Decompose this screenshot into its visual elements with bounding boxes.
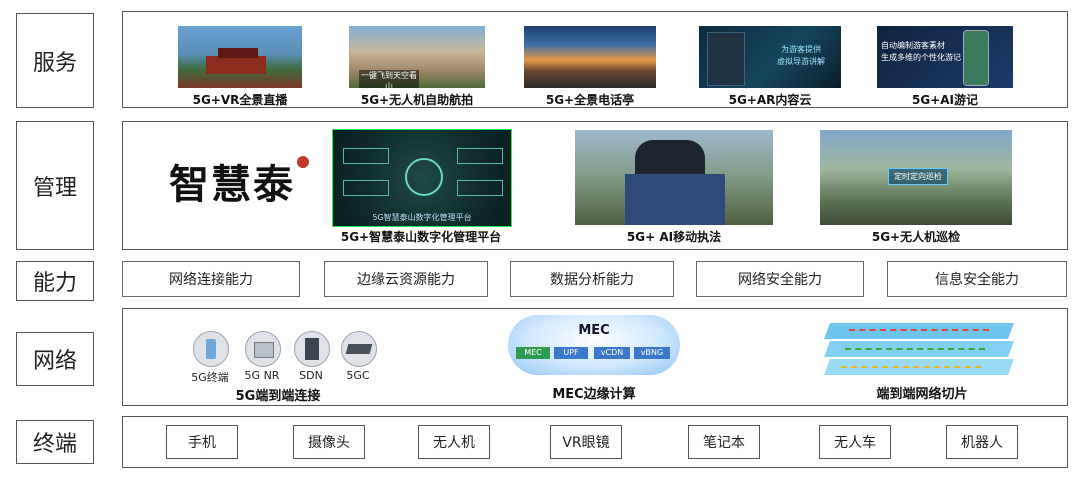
device-label-5g-nr: 5G NR bbox=[244, 369, 280, 382]
5g-terminal-icon bbox=[193, 331, 229, 367]
management-panel: 智慧泰 5G智慧泰山数字化管理平台 5G+智慧泰山数字化管理平台 5G+ AI移… bbox=[122, 121, 1068, 250]
terminal-drone: 无人机 bbox=[418, 425, 490, 459]
mec-module-vbng: vBNG bbox=[634, 347, 670, 359]
service-caption-drone-photo: 5G+无人机自助航拍 bbox=[360, 93, 474, 107]
capability-edge-cloud: 边缘云资源能力 bbox=[324, 261, 488, 297]
service-image-drone-photo: 一键飞到天空看山 bbox=[349, 26, 485, 88]
platform-overlay: 5G智慧泰山数字化管理平台 bbox=[372, 213, 472, 222]
mec-cloud-icon: MEC MEC UPF vCDN vBNG bbox=[508, 315, 680, 375]
service-caption-ai-travel: 5G+AI游记 bbox=[911, 93, 978, 107]
layer-label-management: 管理 bbox=[16, 121, 94, 250]
capability-network-security: 网络安全能力 bbox=[696, 261, 864, 297]
terminal-driverless-car: 无人车 bbox=[819, 425, 891, 459]
ai-travel-overlay-line-2: 生成多维的个性化游记 bbox=[881, 53, 961, 62]
5g-nr-icon bbox=[245, 331, 281, 367]
service-caption-ar-cloud: 5G+AR内容云 bbox=[728, 93, 812, 107]
service-image-ar-cloud: 为游客提供 虚拟导游讲解 bbox=[699, 26, 841, 88]
network-caption-slicing: 端到端网络切片 bbox=[876, 387, 968, 402]
management-image-platform: 5G智慧泰山数字化管理平台 bbox=[332, 129, 512, 227]
sdn-icon bbox=[294, 331, 330, 367]
smart-taishan-logo: 智慧泰 bbox=[169, 152, 309, 214]
layer-label-terminal: 终端 bbox=[16, 420, 94, 464]
mec-module-vcdn: vCDN bbox=[594, 347, 630, 359]
network-caption-5g-connect: 5G端到端连接 bbox=[235, 389, 321, 404]
mec-module-mec: MEC bbox=[516, 347, 550, 359]
ar-cloud-overlay-line-1: 为游客提供 bbox=[781, 45, 821, 54]
management-caption-drone-inspection: 5G+无人机巡检 bbox=[871, 230, 961, 244]
mec-cloud-title: MEC bbox=[578, 323, 610, 338]
ar-cloud-overlay-line-2: 虚拟导游讲解 bbox=[777, 57, 825, 66]
drone-inspection-overlay: 定时定向巡检 bbox=[888, 168, 948, 185]
service-caption-panorama-booth: 5G+全景电话亭 bbox=[545, 93, 635, 107]
layer-label-service: 服务 bbox=[16, 13, 94, 108]
management-image-ai-enforcement bbox=[575, 130, 773, 225]
terminal-laptop: 笔记本 bbox=[688, 425, 760, 459]
terminal-robot: 机器人 bbox=[946, 425, 1018, 459]
capability-network-connection: 网络连接能力 bbox=[122, 261, 300, 297]
device-label-5g-terminal: 5G终端 bbox=[191, 371, 229, 384]
layer-label-capability: 能力 bbox=[16, 261, 94, 301]
management-caption-ai-enforcement: 5G+ AI移动执法 bbox=[626, 230, 722, 244]
layer-label-network: 网络 bbox=[16, 332, 94, 386]
5gc-icon bbox=[341, 331, 377, 367]
terminal-vr-glasses: VR眼镜 bbox=[550, 425, 622, 459]
slice-link-red bbox=[849, 329, 989, 333]
ai-travel-overlay-line-1: 自动编制游客素材 bbox=[881, 41, 945, 50]
service-image-vr-live bbox=[178, 26, 302, 88]
capability-data-analysis: 数据分析能力 bbox=[510, 261, 674, 297]
terminal-phone: 手机 bbox=[166, 425, 238, 459]
terminal-camera: 摄像头 bbox=[293, 425, 365, 459]
drone-photo-overlay: 一键飞到天空看山 bbox=[359, 70, 419, 88]
service-panel: 5G+VR全景直播 一键飞到天空看山 5G+无人机自助航拍 5G+全景电话亭 为… bbox=[122, 11, 1068, 108]
mec-module-upf: UPF bbox=[554, 347, 588, 359]
service-caption-vr-live: 5G+VR全景直播 bbox=[192, 93, 288, 107]
management-image-drone-inspection: 定时定向巡检 bbox=[820, 130, 1012, 225]
service-image-panorama-booth bbox=[524, 26, 656, 88]
service-image-ai-travel: 自动编制游客素材 生成多维的个性化游记 bbox=[877, 26, 1013, 88]
network-panel: 5G终端 5G NR SDN 5GC 5G端到端连接 MEC MEC UPF v… bbox=[122, 308, 1068, 406]
device-label-sdn: SDN bbox=[299, 369, 323, 382]
management-caption-platform: 5G+智慧泰山数字化管理平台 bbox=[340, 230, 502, 244]
slice-link-yellow bbox=[841, 366, 981, 370]
network-caption-mec: MEC边缘计算 bbox=[552, 387, 636, 402]
device-label-5gc: 5GC bbox=[346, 369, 370, 382]
slice-link-green bbox=[845, 348, 985, 352]
capability-information-security: 信息安全能力 bbox=[887, 261, 1067, 297]
